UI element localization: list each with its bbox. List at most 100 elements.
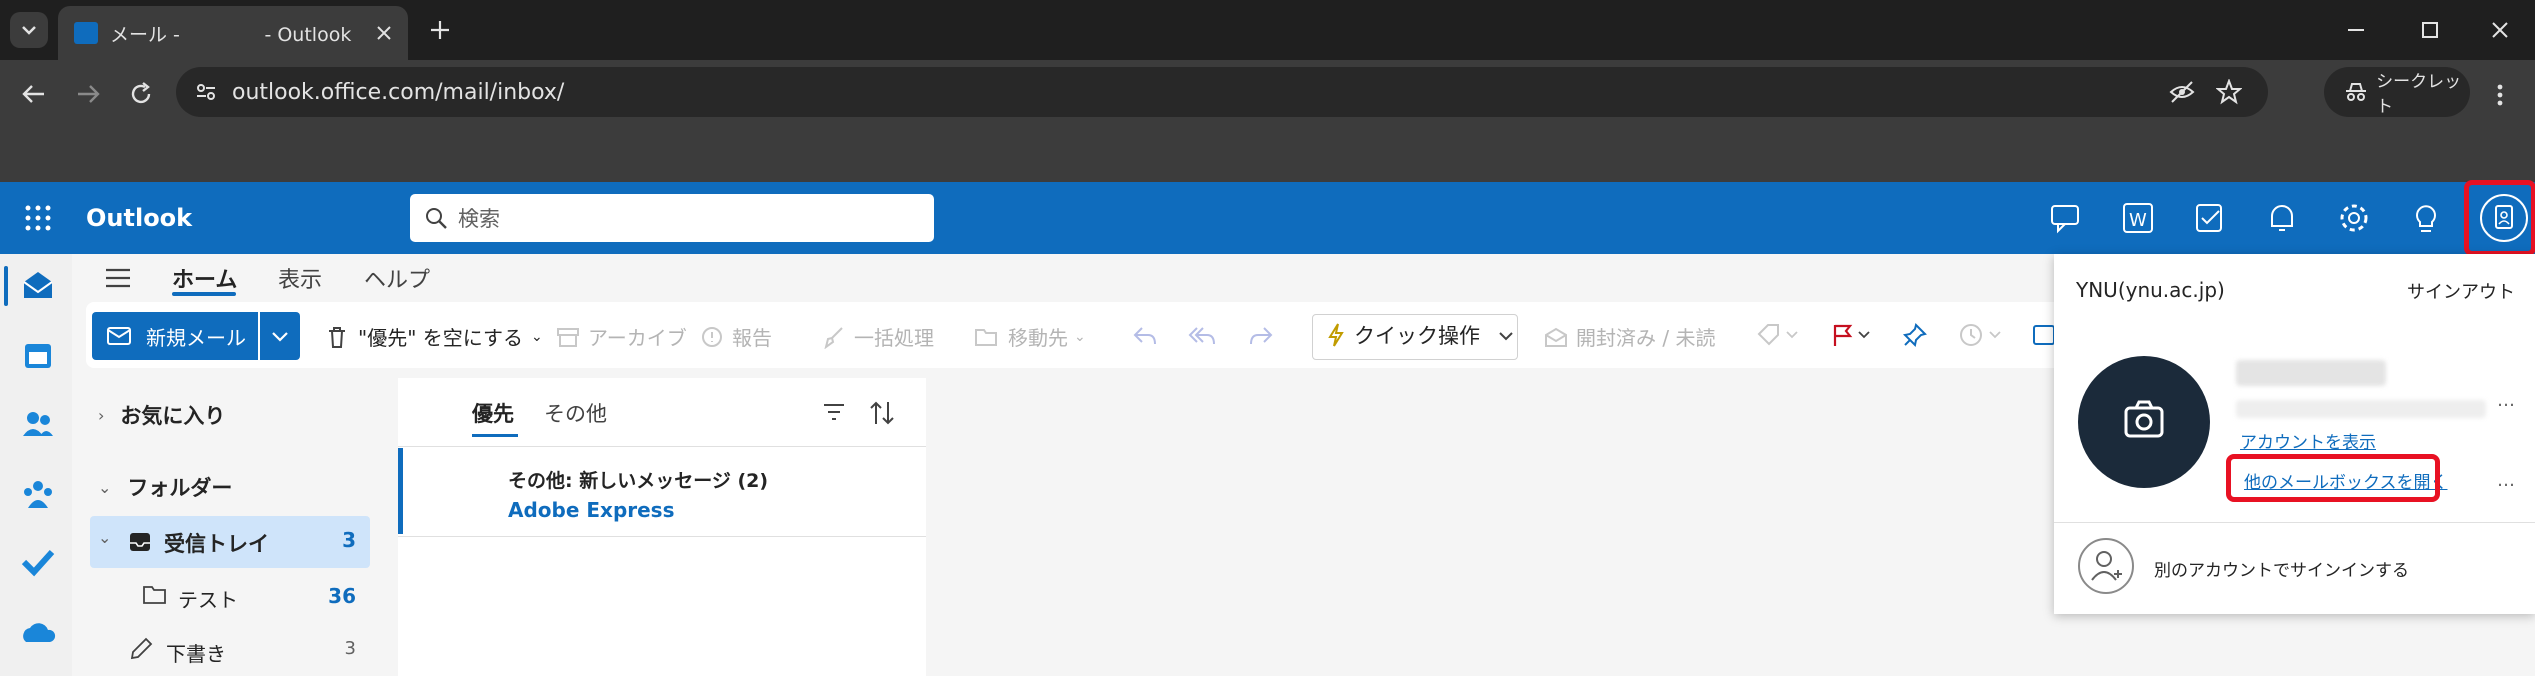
back-icon[interactable] (20, 82, 48, 106)
folder-icon (143, 586, 166, 604)
chevron-down-icon: ⌄ (1074, 328, 1086, 345)
incognito-badge[interactable]: シークレット (2324, 67, 2470, 117)
reload-icon[interactable] (128, 81, 154, 107)
tab-view[interactable]: 表示 (278, 262, 322, 294)
calendar-icon[interactable] (20, 338, 56, 374)
snooze-clock-icon[interactable] (1958, 322, 2006, 348)
message-item[interactable]: その他: 新しいメッセージ (2) Adobe Express (398, 446, 926, 536)
read-unread-button[interactable]: 開封済み / 未読 (1544, 322, 1715, 351)
move-to-button[interactable]: 移動先 ⌄ (974, 322, 1086, 351)
sort-icon[interactable] (868, 400, 896, 426)
more-options-icon[interactable]: … (2497, 390, 2515, 411)
bell-icon[interactable] (2264, 200, 2300, 236)
hamburger-menu-icon[interactable] (104, 266, 132, 290)
folder-inbox[interactable]: ⌄ 受信トレイ 3 (90, 516, 370, 568)
flag-icon[interactable] (1830, 322, 1874, 348)
word-icon[interactable]: W (2120, 200, 2156, 236)
folder-move-icon (975, 328, 997, 346)
search-box[interactable]: 検索 (410, 194, 934, 242)
tab-home-underline (172, 292, 236, 296)
blurred-user-name (2236, 360, 2386, 386)
reply-icon[interactable] (1132, 324, 1158, 348)
sweep-button[interactable]: 一括処理 (822, 322, 934, 351)
gear-icon[interactable] (2336, 200, 2372, 236)
tab-other[interactable]: その他 (544, 398, 607, 428)
todo-check-icon[interactable] (20, 544, 56, 580)
app-launcher-icon[interactable] (24, 204, 52, 232)
outlook-favicon-icon (74, 22, 98, 44)
trash-icon (329, 326, 345, 348)
calendar-move-icon[interactable] (2032, 322, 2054, 348)
report-label: 報告 (732, 326, 772, 350)
tab-focused[interactable]: 優先 (472, 398, 514, 428)
reply-all-icon[interactable] (1188, 324, 1216, 348)
minimize-icon[interactable] (2344, 18, 2368, 42)
view-account-link[interactable]: アカウントを表示 (2240, 428, 2376, 453)
mail-icon[interactable] (20, 268, 56, 304)
favorites-group[interactable]: › お気に入り (98, 400, 225, 430)
filter-icon[interactable] (822, 402, 846, 422)
lightbulb-icon[interactable] (2408, 200, 2444, 236)
svg-text:W: W (2129, 210, 2147, 231)
test-folder-label: テスト (178, 588, 238, 612)
org-name: YNU(ynu.ac.jp) (2076, 278, 2225, 302)
new-mail-dropdown[interactable] (260, 312, 300, 360)
chevron-down-icon (272, 332, 288, 342)
tab-help[interactable]: ヘルプ (364, 262, 430, 294)
empty-focused-button[interactable]: "優先" を空にする ⌄ (326, 322, 543, 351)
my-day-icon[interactable] (2192, 200, 2228, 236)
rail-active-indicator (4, 266, 8, 306)
app-name[interactable]: Outlook (86, 204, 192, 232)
new-mail-button[interactable]: 新規メール (92, 312, 258, 360)
search-icon (426, 208, 447, 229)
groups-icon[interactable] (20, 476, 56, 512)
blurred-user-email (2236, 400, 2486, 418)
folder-test[interactable]: テスト 36 (90, 572, 370, 620)
add-person-icon (2078, 538, 2134, 594)
inbox-tray-icon (130, 533, 150, 551)
app-rail (0, 254, 72, 676)
folders-group[interactable]: ⌄ フォルダー (98, 472, 232, 502)
folders-label: フォルダー (127, 476, 233, 500)
browser-tab[interactable]: メール - - Outlook (58, 6, 408, 60)
inbox-unread-count: 3 (342, 528, 356, 552)
folder-drafts[interactable]: 下書き 3 (90, 626, 370, 674)
new-tab-icon[interactable] (428, 18, 452, 42)
chevron-right-icon: › (98, 405, 105, 425)
site-info-icon[interactable] (194, 80, 218, 104)
chevron-down-icon: ⌄ (98, 477, 112, 497)
eye-off-icon[interactable] (2168, 80, 2196, 104)
people-icon[interactable] (20, 406, 56, 442)
profile-photo[interactable] (2078, 356, 2210, 488)
chevron-down-icon: ⌄ (98, 528, 112, 547)
chevron-down-icon[interactable] (1496, 326, 1516, 346)
sign-in-other-account[interactable]: 別のアカウントでサインインする (2054, 524, 2535, 614)
onedrive-cloud-icon[interactable] (20, 614, 56, 650)
tab-search-button[interactable] (10, 12, 48, 48)
envelope-open-icon (1545, 327, 1567, 347)
address-bar[interactable]: outlook.office.com/mail/inbox/ (176, 67, 2268, 117)
maximize-icon[interactable] (2418, 18, 2442, 42)
tab-focused-underline (472, 434, 518, 437)
sign-out-link[interactable]: サインアウト (2407, 278, 2515, 304)
browser-menu-icon[interactable] (2494, 82, 2506, 108)
close-tab-icon[interactable] (374, 23, 394, 43)
close-window-icon[interactable] (2488, 18, 2512, 42)
more-options-icon-2[interactable]: … (2497, 470, 2515, 491)
bookmark-star-icon[interactable] (2216, 79, 2242, 105)
quick-steps-button[interactable]: クイック操作 (1326, 320, 1480, 350)
shield-warning-icon (702, 326, 722, 347)
test-folder-count: 36 (328, 584, 356, 608)
forward-mail-icon[interactable] (1248, 324, 1274, 348)
archive-button[interactable]: アーカイブ (556, 322, 687, 351)
account-popup: YNU(ynu.ac.jp) サインアウト … アカウントを表示 他のメールボッ… (2054, 254, 2535, 614)
chevron-down-icon (22, 26, 36, 35)
teams-chat-icon[interactable] (2048, 200, 2084, 236)
tab-home[interactable]: ホーム (172, 262, 237, 294)
pin-icon[interactable] (1902, 322, 1928, 348)
tag-icon[interactable] (1756, 322, 1800, 348)
divider (398, 536, 926, 537)
forward-icon[interactable] (74, 82, 102, 106)
report-button[interactable]: 報告 (700, 322, 772, 351)
empty-focused-label: "優先" を空にする (358, 326, 523, 350)
